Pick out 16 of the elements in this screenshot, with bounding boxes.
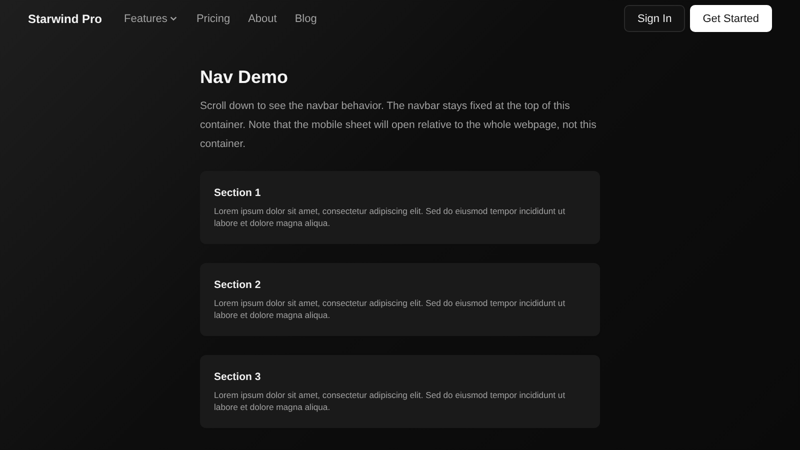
intro-text: Scroll down to see the navbar behavior. The navbar stays fixed at the top of this container. Note that the mobile sheet will open relative to the whole webpage, not this container.: [200, 99, 598, 152]
section-title: Section 1: [214, 187, 262, 199]
section-text: Lorem ipsum dolor sit amet, consectetur adipiscing elit. Sed do eiusmod tempor incididunt ut labore et dolore magna aliqua.: [214, 297, 566, 321]
nav-link[interactable]: About: [248, 12, 277, 24]
section-title: Section 3: [214, 371, 262, 383]
nav-link[interactable]: Features: [124, 12, 178, 24]
get-started-button[interactable]: Get Started: [690, 5, 772, 32]
section-text: Lorem ipsum dolor sit amet, consectetur adipiscing elit. Sed do eiusmod tempor incididunt ut labore et dolore magna aliqua.: [214, 205, 566, 229]
section-title: Section 2: [214, 279, 262, 291]
chevron-down-icon: [169, 14, 178, 23]
sign-in-button[interactable]: Sign In: [624, 5, 685, 32]
page-title: Nav Demo: [200, 67, 290, 88]
brand-logo-text[interactable]: Starwind Pro: [28, 12, 102, 26]
nav-link[interactable]: Blog: [294, 12, 317, 24]
section-text: Lorem ipsum dolor sit amet, consectetur adipiscing elit. Sed do eiusmod tempor incididunt ut labore et dolore magna aliqua.: [214, 389, 566, 413]
nav-link[interactable]: Pricing: [196, 12, 230, 24]
